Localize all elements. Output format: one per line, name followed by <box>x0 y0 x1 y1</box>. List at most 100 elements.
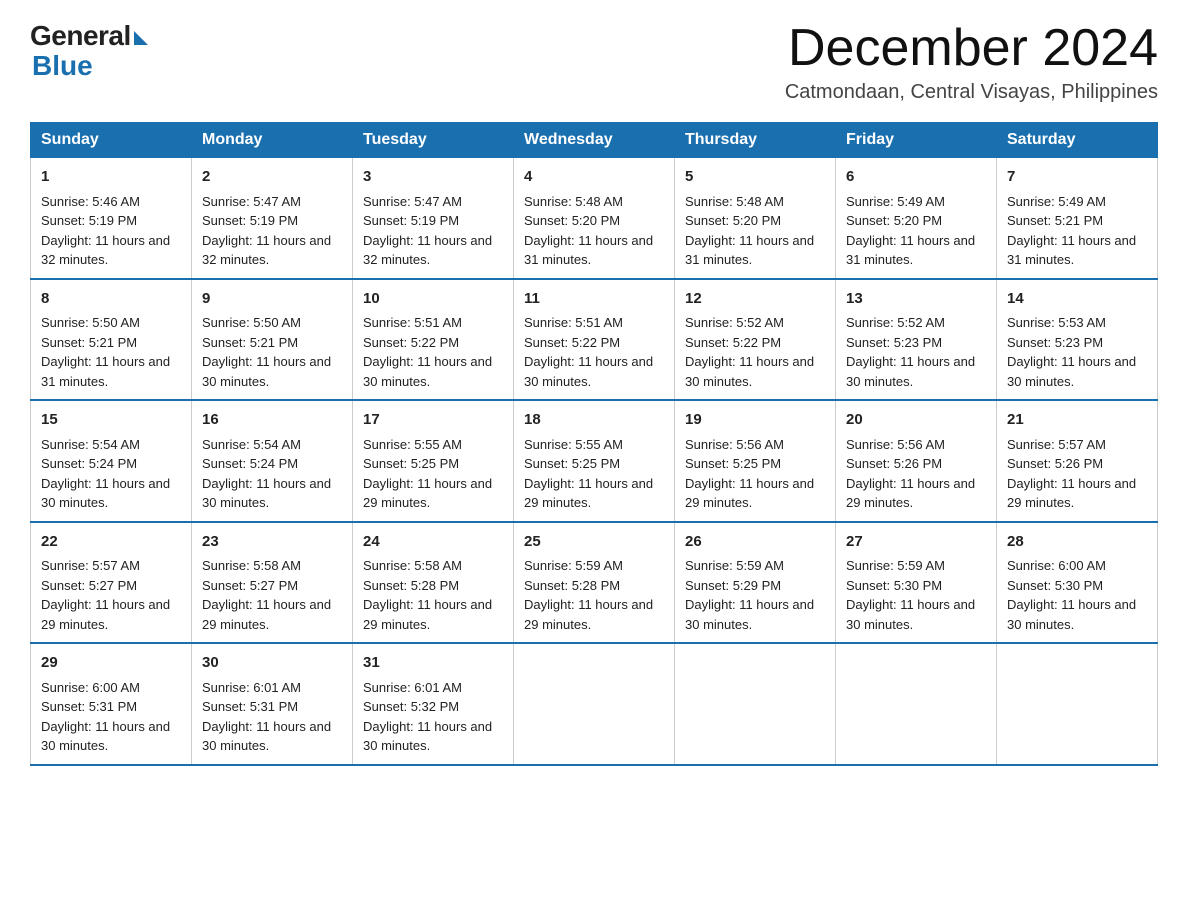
sunset-info: Sunset: 5:29 PM <box>685 578 781 593</box>
day-number: 26 <box>685 531 825 554</box>
sunset-info: Sunset: 5:30 PM <box>1007 578 1103 593</box>
sunrise-info: Sunrise: 6:00 AM <box>41 680 140 695</box>
sunrise-info: Sunrise: 5:46 AM <box>41 194 140 209</box>
sunrise-info: Sunrise: 5:53 AM <box>1007 315 1106 330</box>
calendar-day-cell: 14Sunrise: 5:53 AMSunset: 5:23 PMDayligh… <box>997 279 1158 401</box>
sunrise-info: Sunrise: 5:57 AM <box>41 558 140 573</box>
day-number: 10 <box>363 288 503 311</box>
calendar-day-cell: 2Sunrise: 5:47 AMSunset: 5:19 PMDaylight… <box>192 158 353 279</box>
sunset-info: Sunset: 5:22 PM <box>685 335 781 350</box>
daylight-info: Daylight: 11 hours and 29 minutes. <box>1007 476 1136 511</box>
sunrise-info: Sunrise: 5:59 AM <box>685 558 784 573</box>
sunset-info: Sunset: 5:19 PM <box>363 213 459 228</box>
sunset-info: Sunset: 5:26 PM <box>846 456 942 471</box>
daylight-info: Daylight: 11 hours and 31 minutes. <box>1007 233 1136 268</box>
calendar-day-cell: 26 Sunrise: 5:59 AM Sunset: 5:29 PM Dayligh… <box>675 522 836 644</box>
calendar-day-cell: 3Sunrise: 5:47 AMSunset: 5:19 PMDaylight… <box>353 158 514 279</box>
calendar-day-cell: 4Sunrise: 5:48 AMSunset: 5:20 PMDaylight… <box>514 158 675 279</box>
calendar-day-cell: 17Sunrise: 5:55 AMSunset: 5:25 PMDayligh… <box>353 400 514 522</box>
daylight-info: Daylight: 11 hours and 30 minutes. <box>1007 354 1136 389</box>
sunset-info: Sunset: 5:21 PM <box>202 335 298 350</box>
calendar-day-cell: 21 Sunrise: 5:57 AM Sunset: 5:26 PM Dayligh… <box>997 400 1158 522</box>
calendar-header-row: SundayMondayTuesdayWednesdayThursdayFrid… <box>31 123 1158 158</box>
day-number: 20 <box>846 409 986 432</box>
calendar-week-row: 8Sunrise: 5:50 AMSunset: 5:21 PMDaylight… <box>31 279 1158 401</box>
daylight-info: Daylight: 11 hours and 30 minutes. <box>846 354 975 389</box>
calendar-day-cell: 12Sunrise: 5:52 AMSunset: 5:22 PMDayligh… <box>675 279 836 401</box>
daylight-info: Daylight: 11 hours and 30 minutes. <box>41 719 170 754</box>
calendar-week-row: 22Sunrise: 5:57 AMSunset: 5:27 PMDayligh… <box>31 522 1158 644</box>
header-thursday: Thursday <box>675 123 836 158</box>
sunrise-info: Sunrise: 5:52 AM <box>685 315 784 330</box>
calendar-day-cell: 13Sunrise: 5:52 AMSunset: 5:23 PMDayligh… <box>836 279 997 401</box>
sunset-info: Sunset: 5:26 PM <box>1007 456 1103 471</box>
sunrise-info: Sunrise: 5:57 AM <box>1007 437 1106 452</box>
day-number: 1 <box>41 166 181 189</box>
calendar-day-cell: 5Sunrise: 5:48 AMSunset: 5:20 PMDaylight… <box>675 158 836 279</box>
sunrise-info: Sunrise: 5:59 AM <box>846 558 945 573</box>
sunset-info: Sunset: 5:27 PM <box>202 578 298 593</box>
sunset-info: Sunset: 5:28 PM <box>524 578 620 593</box>
sunrise-info: Sunrise: 5:58 AM <box>363 558 462 573</box>
calendar-week-row: 1 Sunrise: 5:46 AM Sunset: 5:19 PM Daylight… <box>31 158 1158 279</box>
calendar-day-cell: 10Sunrise: 5:51 AMSunset: 5:22 PMDayligh… <box>353 279 514 401</box>
day-number: 25 <box>524 531 664 554</box>
calendar-day-cell: 27Sunrise: 5:59 AMSunset: 5:30 PMDayligh… <box>836 522 997 644</box>
daylight-info: Daylight: 11 hours and 30 minutes. <box>202 354 331 389</box>
sunrise-info: Sunrise: 5:51 AM <box>363 315 462 330</box>
sunrise-info: Sunrise: 5:55 AM <box>524 437 623 452</box>
sunset-info: Sunset: 5:22 PM <box>363 335 459 350</box>
sunrise-info: Sunrise: 5:49 AM <box>1007 194 1106 209</box>
sunrise-info: Sunrise: 5:50 AM <box>202 315 301 330</box>
calendar-day-cell <box>514 643 675 765</box>
header-wednesday: Wednesday <box>514 123 675 158</box>
daylight-info: Daylight: 11 hours and 30 minutes. <box>202 719 331 754</box>
calendar-day-cell: 18Sunrise: 5:55 AMSunset: 5:25 PMDayligh… <box>514 400 675 522</box>
daylight-info: Daylight: 11 hours and 30 minutes. <box>846 597 975 632</box>
day-number: 4 <box>524 166 664 189</box>
day-number: 15 <box>41 409 181 432</box>
calendar-day-cell: 22Sunrise: 5:57 AMSunset: 5:27 PMDayligh… <box>31 522 192 644</box>
daylight-info: Daylight: 11 hours and 32 minutes. <box>202 233 331 268</box>
sunset-info: Sunset: 5:32 PM <box>363 699 459 714</box>
daylight-info: Daylight: 11 hours and 30 minutes. <box>41 476 170 511</box>
calendar-day-cell: 16Sunrise: 5:54 AMSunset: 5:24 PMDayligh… <box>192 400 353 522</box>
sunrise-info: Sunrise: 5:52 AM <box>846 315 945 330</box>
calendar-day-cell <box>675 643 836 765</box>
sunrise-info: Sunrise: 5:50 AM <box>41 315 140 330</box>
sunrise-info: Sunrise: 5:56 AM <box>846 437 945 452</box>
day-number: 28 <box>1007 531 1147 554</box>
calendar-day-cell: 11Sunrise: 5:51 AMSunset: 5:22 PMDayligh… <box>514 279 675 401</box>
day-number: 3 <box>363 166 503 189</box>
day-number: 9 <box>202 288 342 311</box>
calendar-day-cell: 28Sunrise: 6:00 AMSunset: 5:30 PMDayligh… <box>997 522 1158 644</box>
day-number: 21 <box>1007 409 1147 432</box>
day-number: 18 <box>524 409 664 432</box>
sunset-info: Sunset: 5:31 PM <box>202 699 298 714</box>
daylight-info: Daylight: 11 hours and 30 minutes. <box>685 597 814 632</box>
sunrise-info: Sunrise: 5:59 AM <box>524 558 623 573</box>
sunset-info: Sunset: 5:20 PM <box>685 213 781 228</box>
sunset-info: Sunset: 5:24 PM <box>202 456 298 471</box>
calendar-week-row: 15Sunrise: 5:54 AMSunset: 5:24 PMDayligh… <box>31 400 1158 522</box>
daylight-info: Daylight: 11 hours and 29 minutes. <box>363 476 492 511</box>
sunrise-info: Sunrise: 5:49 AM <box>846 194 945 209</box>
calendar-day-cell <box>997 643 1158 765</box>
day-number: 24 <box>363 531 503 554</box>
day-number: 23 <box>202 531 342 554</box>
logo-general-text: General <box>30 20 131 52</box>
daylight-info: Daylight: 11 hours and 30 minutes. <box>524 354 653 389</box>
daylight-info: Daylight: 11 hours and 32 minutes. <box>41 233 170 268</box>
sunrise-info: Sunrise: 5:48 AM <box>524 194 623 209</box>
sunrise-info: Sunrise: 5:48 AM <box>685 194 784 209</box>
calendar-day-cell: 30Sunrise: 6:01 AMSunset: 5:31 PMDayligh… <box>192 643 353 765</box>
sunrise-info: Sunrise: 5:47 AM <box>202 194 301 209</box>
logo: General Blue <box>30 20 148 82</box>
daylight-info: Daylight: 11 hours and 29 minutes. <box>41 597 170 632</box>
daylight-info: Daylight: 11 hours and 32 minutes. <box>363 233 492 268</box>
daylight-info: Daylight: 11 hours and 31 minutes. <box>685 233 814 268</box>
calendar-day-cell: 19Sunrise: 5:56 AMSunset: 5:25 PMDayligh… <box>675 400 836 522</box>
daylight-info: Daylight: 11 hours and 30 minutes. <box>1007 597 1136 632</box>
sunrise-info: Sunrise: 5:58 AM <box>202 558 301 573</box>
logo-blue-text: Blue <box>32 50 93 82</box>
